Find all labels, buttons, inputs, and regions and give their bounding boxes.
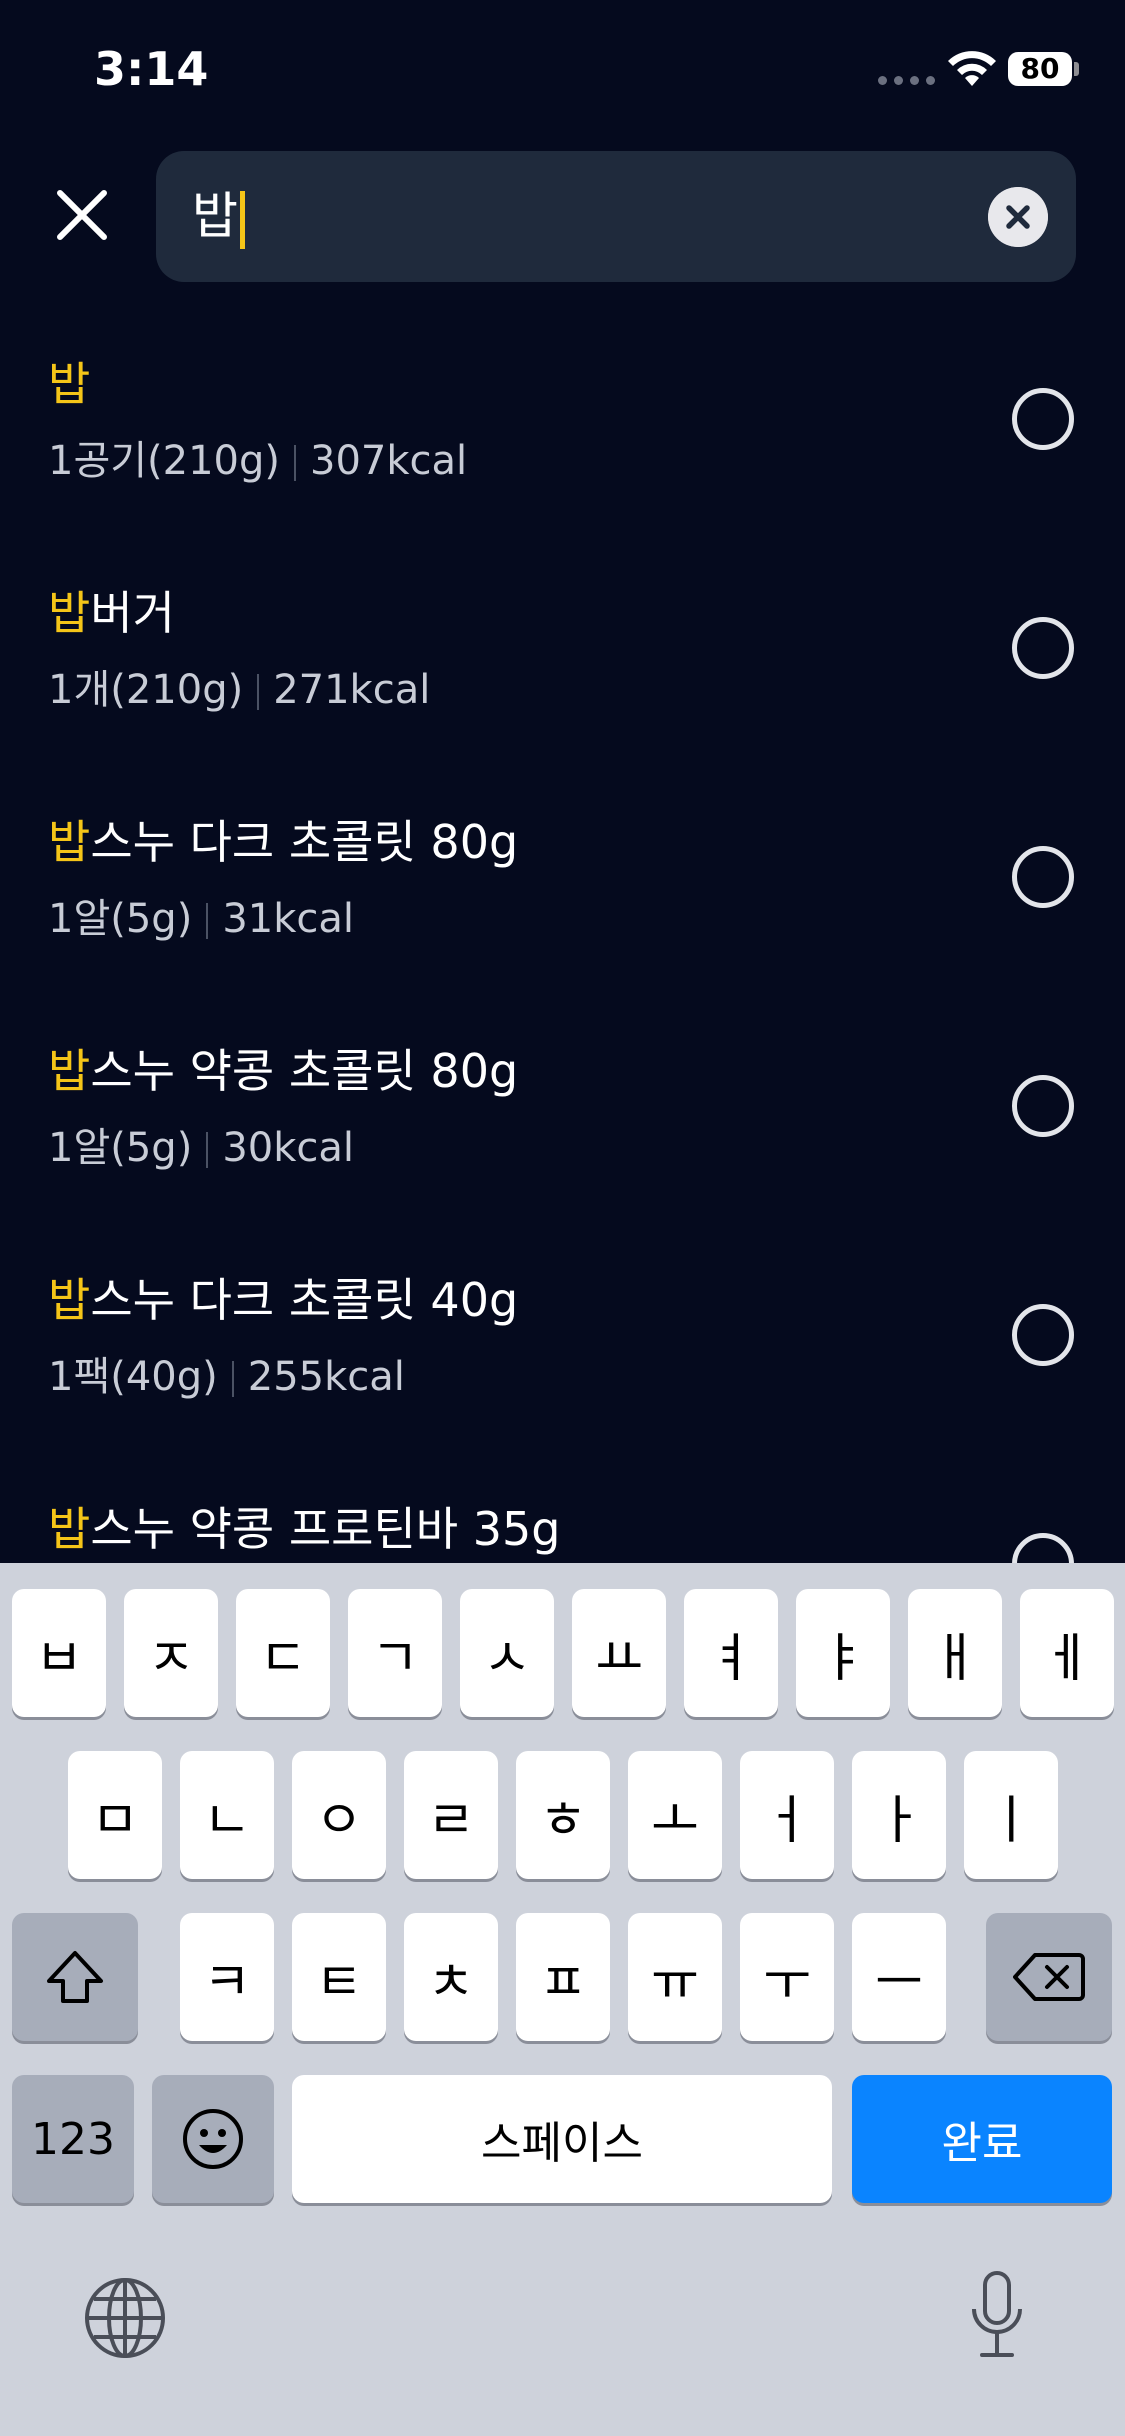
key[interactable]: ㅇ	[292, 1751, 386, 1879]
key[interactable]: ㄹ	[404, 1751, 498, 1879]
serving-size: 1알(5g)	[48, 1125, 193, 1171]
food-name: 밥스누 약콩 프로틴바 35g	[48, 1493, 561, 1559]
status-time: 3:14	[94, 42, 209, 96]
food-name-rest: 스누 다크 초콜릿 80g	[90, 815, 519, 869]
radio-unchecked-icon[interactable]	[1012, 617, 1074, 679]
radio-unchecked-icon[interactable]	[1012, 846, 1074, 908]
food-detail: 1알(5g) 31kcal	[48, 886, 354, 944]
search-input-value: 밥	[192, 187, 238, 245]
food-name-rest: 스누 약콩 초콜릿 80g	[90, 1044, 519, 1098]
divider	[257, 674, 260, 710]
search-input[interactable]: 밥	[192, 185, 245, 249]
radio-unchecked-icon[interactable]	[1012, 388, 1074, 450]
backspace-icon	[1013, 1953, 1085, 2001]
match-highlight: 밥	[48, 357, 91, 411]
match-highlight: 밥	[48, 1502, 91, 1556]
serving-size: 1개(210g)	[48, 667, 244, 713]
shift-button[interactable]	[12, 1913, 138, 2041]
status-bar: 3:14 80	[0, 0, 1125, 140]
numbers-button[interactable]: 123	[12, 2075, 134, 2203]
key[interactable]: ㅂ	[12, 1589, 106, 1717]
match-highlight: 밥	[48, 815, 91, 869]
key[interactable]: ㅈ	[124, 1589, 218, 1717]
key[interactable]: ㅕ	[684, 1589, 778, 1717]
food-name: 밥버거	[48, 577, 175, 643]
key[interactable]: ㅐ	[908, 1589, 1002, 1717]
key[interactable]: ㅍ	[516, 1913, 610, 2041]
key[interactable]: ㅊ	[404, 1913, 498, 2041]
match-highlight: 밥	[48, 586, 91, 640]
done-button[interactable]: 완료	[852, 2075, 1112, 2203]
key[interactable]: ㅡ	[852, 1913, 946, 2041]
list-item[interactable]: 밥버거 1개(210g) 271kcal	[0, 559, 1125, 788]
microphone-icon[interactable]	[966, 2269, 1028, 2363]
key[interactable]: ㄷ	[236, 1589, 330, 1717]
divider	[206, 903, 209, 939]
backspace-button[interactable]	[986, 1913, 1112, 2041]
food-name: 밥	[48, 348, 90, 414]
globe-icon[interactable]	[82, 2275, 168, 2361]
korean-keyboard: ㅂ ㅈ ㄷ ㄱ ㅅ ㅛ ㅕ ㅑ ㅐ ㅔ ㅁ ㄴ ㅇ ㄹ ㅎ ㅗ ㅓ ㅏ ㅣ ㅋ …	[0, 1563, 1125, 2436]
key[interactable]: ㅛ	[572, 1589, 666, 1717]
key[interactable]: ㅔ	[1020, 1589, 1114, 1717]
calories: 31kcal	[222, 896, 354, 942]
divider	[206, 1132, 209, 1168]
key[interactable]: ㅏ	[852, 1751, 946, 1879]
close-icon[interactable]	[52, 185, 112, 245]
match-highlight: 밥	[48, 1044, 91, 1098]
key[interactable]: ㄴ	[180, 1751, 274, 1879]
calories: 307kcal	[310, 438, 468, 484]
match-highlight: 밥	[48, 1273, 91, 1327]
key[interactable]: ㅣ	[964, 1751, 1058, 1879]
food-name: 밥스누 약콩 초콜릿 80g	[48, 1035, 518, 1101]
calories: 271kcal	[273, 667, 431, 713]
key[interactable]: ㅓ	[740, 1751, 834, 1879]
food-name: 밥스누 다크 초콜릿 80g	[48, 806, 518, 872]
food-name-rest: 스누 약콩 프로틴바 35g	[90, 1502, 561, 1556]
search-field[interactable]: 밥	[156, 151, 1076, 282]
serving-size: 1팩(40g)	[48, 1354, 218, 1400]
key[interactable]: ㄱ	[348, 1589, 442, 1717]
radio-unchecked-icon[interactable]	[1012, 1075, 1074, 1137]
list-item[interactable]: 밥 1공기(210g) 307kcal	[0, 330, 1125, 559]
key[interactable]: ㅎ	[516, 1751, 610, 1879]
divider	[231, 1361, 234, 1397]
key[interactable]: ㅋ	[180, 1913, 274, 2041]
food-detail: 1개(210g) 271kcal	[48, 657, 430, 715]
key[interactable]: ㅌ	[292, 1913, 386, 2041]
calories: 255kcal	[247, 1354, 405, 1400]
key[interactable]: ㅁ	[68, 1751, 162, 1879]
serving-size: 1공기(210g)	[48, 438, 280, 484]
shift-icon	[47, 1951, 103, 2003]
cellular-signal-icon	[878, 76, 935, 85]
key[interactable]: ㅜ	[740, 1913, 834, 2041]
key[interactable]: ㅅ	[460, 1589, 554, 1717]
key[interactable]: ㅗ	[628, 1751, 722, 1879]
text-caret	[240, 190, 245, 249]
food-detail: 1공기(210g) 307kcal	[48, 428, 467, 486]
key[interactable]: ㅠ	[628, 1913, 722, 2041]
list-item[interactable]: 밥스누 약콩 초콜릿 80g 1알(5g) 30kcal	[0, 1017, 1125, 1246]
divider	[294, 445, 296, 481]
battery-level: 80	[1008, 52, 1072, 86]
food-name: 밥스누 다크 초콜릿 40g	[48, 1264, 518, 1330]
clear-search-icon[interactable]	[988, 187, 1048, 247]
radio-unchecked-icon[interactable]	[1012, 1304, 1074, 1366]
battery-tip	[1074, 62, 1079, 76]
food-name-rest: 스누 다크 초콜릿 40g	[90, 1273, 519, 1327]
list-item[interactable]: 밥스누 다크 초콜릿 80g 1알(5g) 31kcal	[0, 788, 1125, 1017]
food-detail: 1알(5g) 30kcal	[48, 1115, 354, 1173]
food-detail: 1팩(40g) 255kcal	[48, 1344, 405, 1402]
wifi-icon	[948, 51, 996, 86]
food-name-rest: 버거	[90, 586, 175, 640]
list-item[interactable]: 밥스누 다크 초콜릿 40g 1팩(40g) 255kcal	[0, 1246, 1125, 1475]
key[interactable]: ㅑ	[796, 1589, 890, 1717]
emoji-icon	[183, 2109, 243, 2169]
calories: 30kcal	[222, 1125, 354, 1171]
serving-size: 1알(5g)	[48, 896, 193, 942]
space-button[interactable]: 스페이스	[292, 2075, 832, 2203]
emoji-button[interactable]	[152, 2075, 274, 2203]
